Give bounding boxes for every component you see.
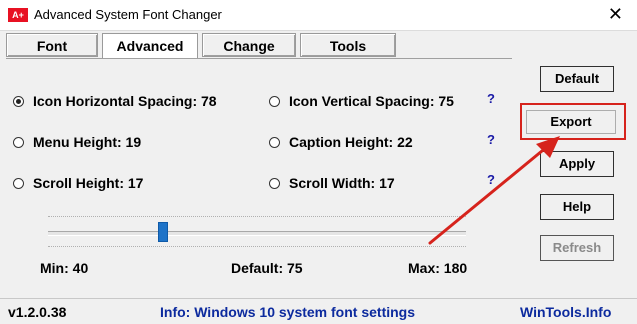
- website-link[interactable]: WinTools.Info: [520, 304, 611, 320]
- status-divider: [0, 298, 637, 299]
- info-label: Info: Windows 10 system font settings: [160, 304, 416, 320]
- version-label: v1.2.0.38: [8, 304, 67, 320]
- annotation-arrow-icon: [428, 136, 560, 245]
